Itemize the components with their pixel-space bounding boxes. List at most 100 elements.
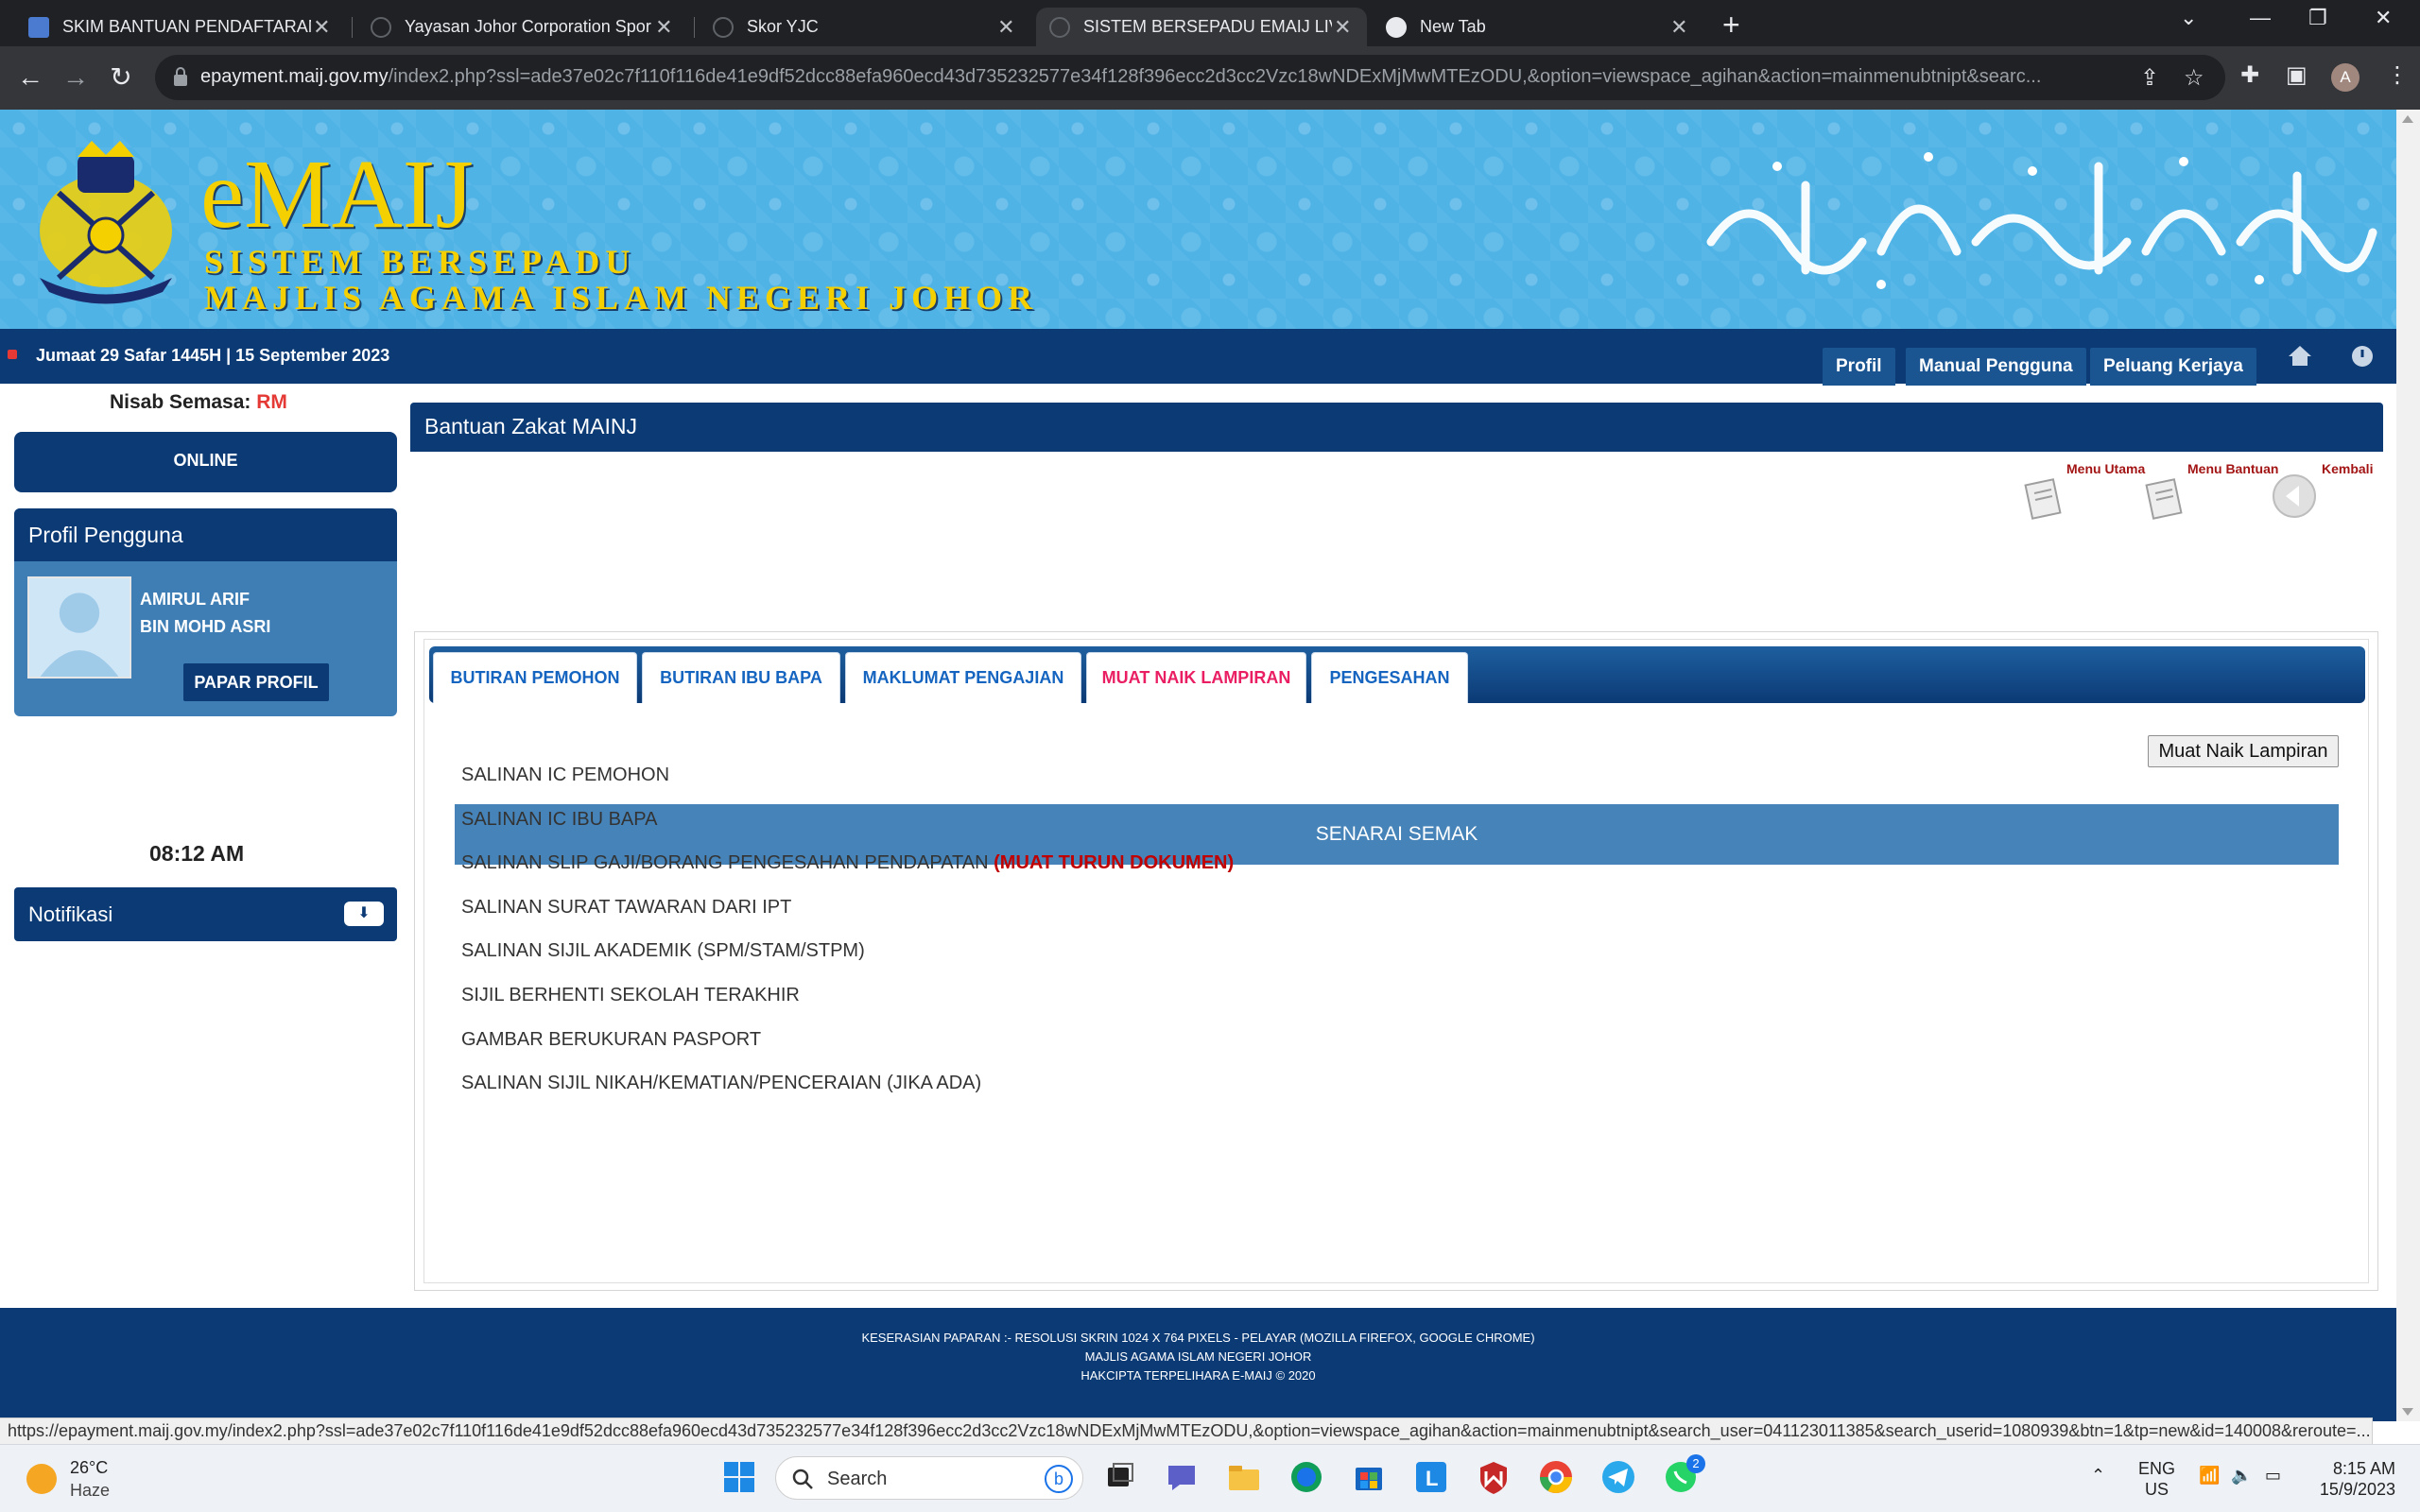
reload-icon[interactable]: ↻ bbox=[102, 59, 140, 96]
user-silhouette-icon bbox=[29, 578, 130, 677]
date-marker-icon bbox=[8, 350, 17, 359]
muat-turun-dokumen-link[interactable]: (MUAT TURUN DOKUMEN) bbox=[994, 852, 1234, 873]
restore-icon[interactable]: ❐ bbox=[2308, 6, 2327, 30]
browser-tab-3[interactable]: Skor YJC ✕ bbox=[700, 8, 1030, 46]
language-code: ENG bbox=[2138, 1459, 2176, 1478]
taskbar-date: 15/9/2023 bbox=[2319, 1480, 2395, 1499]
keyboard-layout: US bbox=[2145, 1480, 2169, 1499]
online-status: ONLINE bbox=[14, 432, 397, 492]
chrome-favicon-icon bbox=[1386, 16, 1407, 38]
checklist-item: SALINAN SLIP GAJI/BORANG PENGESAHAN PEND… bbox=[461, 852, 1234, 874]
scroll-up-icon[interactable] bbox=[2402, 115, 2413, 123]
footer-copyright: HAKCIPTA TERPELIHARA E-MAIJ © 2020 bbox=[1080, 1368, 1316, 1383]
tab-butiran-ibu-bapa[interactable]: BUTIRAN IBU BAPA bbox=[642, 652, 840, 703]
tab-divider bbox=[694, 17, 695, 38]
menu-bantuan-label: Menu Bantuan bbox=[2187, 461, 2279, 476]
input-language[interactable]: ENG US bbox=[2138, 1458, 2175, 1500]
loading-favicon-icon bbox=[713, 16, 734, 38]
manual-pengguna-button[interactable]: Manual Pengguna bbox=[1906, 348, 2086, 386]
profil-button[interactable]: Profil bbox=[1823, 348, 1895, 386]
battery-icon[interactable]: ▭ bbox=[2265, 1466, 2281, 1486]
side-panel-icon[interactable]: ▣ bbox=[2286, 61, 2308, 89]
browser-tab-strip: SKIM BANTUAN PENDAFTARAN ✕ Yayasan Johor… bbox=[0, 0, 2420, 46]
teams-chat-icon[interactable] bbox=[1163, 1458, 1201, 1496]
telegram-icon[interactable] bbox=[1599, 1458, 1637, 1496]
close-tab-icon[interactable]: ✕ bbox=[653, 15, 675, 40]
windows-start-icon[interactable] bbox=[720, 1458, 758, 1496]
browser-tab-1[interactable]: SKIM BANTUAN PENDAFTARAN ✕ bbox=[15, 8, 346, 46]
nisab-label: Nisab Semasa: bbox=[110, 391, 251, 413]
forward-icon[interactable]: → bbox=[57, 59, 95, 96]
close-window-icon[interactable]: ✕ bbox=[2375, 6, 2392, 30]
back-icon[interactable]: ← bbox=[11, 59, 49, 96]
file-explorer-icon[interactable] bbox=[1225, 1458, 1263, 1496]
checklist-item-text: SALINAN SLIP GAJI/BORANG PENGESAHAN PEND… bbox=[461, 852, 989, 873]
volume-icon[interactable]: 🔈 bbox=[2231, 1466, 2252, 1486]
banner-line-1: SISTEM BERSEPADU bbox=[204, 243, 636, 281]
close-tab-icon[interactable]: ✕ bbox=[1668, 15, 1690, 40]
close-tab-icon[interactable]: ✕ bbox=[311, 15, 333, 40]
taskbar-clock[interactable]: 8:15 AM 15/9/2023 bbox=[2312, 1458, 2395, 1500]
url-host: epayment.maij.gov.my bbox=[200, 66, 389, 87]
address-bar[interactable]: epayment.maij.gov.my/index2.php?ssl=ade3… bbox=[155, 55, 2225, 100]
minimize-icon[interactable]: — bbox=[2250, 6, 2271, 30]
current-date: Jumaat 29 Safar 1445H | 15 September 202… bbox=[36, 346, 390, 365]
microsoft-store-icon[interactable] bbox=[1350, 1458, 1388, 1496]
tab-muat-naik-lampiran[interactable]: MUAT NAIK LAMPIRAN bbox=[1086, 652, 1306, 703]
edge-browser-icon[interactable] bbox=[1288, 1458, 1325, 1496]
extensions-icon[interactable]: ✚ bbox=[2240, 61, 2259, 89]
l-app-icon[interactable]: L bbox=[1412, 1458, 1450, 1496]
logout-power-icon[interactable] bbox=[2346, 340, 2378, 372]
checklist-item: SALINAN SIJIL AKADEMIK (SPM/STAM/STPM) bbox=[461, 940, 865, 961]
weather-temperature: 26°C bbox=[70, 1458, 109, 1477]
task-view-icon[interactable] bbox=[1100, 1458, 1138, 1496]
tab-search-icon[interactable]: ⌄ bbox=[2180, 6, 2197, 30]
share-icon[interactable]: ⇪ bbox=[2140, 64, 2159, 92]
browser-tab-title: Yayasan Johor Corporation Spor bbox=[405, 17, 651, 36]
checklist-item: SALINAN IC IBU BAPA bbox=[461, 809, 658, 830]
browser-tab-4-active[interactable]: SISTEM BERSEPADU EMAIJ LIVE ✕ bbox=[1036, 8, 1367, 46]
new-tab-icon[interactable]: + bbox=[1722, 8, 1740, 42]
site-banner: eMAIJ SISTEM BERSEPADU MAJLIS AGAMA ISLA… bbox=[0, 110, 2396, 329]
tab-maklumat-pengajian[interactable]: MAKLUMAT PENGAJIAN bbox=[845, 652, 1081, 703]
bing-icon[interactable]: b bbox=[1045, 1465, 1073, 1493]
home-icon[interactable] bbox=[2284, 340, 2316, 372]
chrome-icon[interactable] bbox=[1537, 1458, 1575, 1496]
address-url: epayment.maij.gov.my/index2.php?ssl=ade3… bbox=[200, 66, 2138, 88]
tray-overflow-chevron-icon[interactable]: ⌃ bbox=[2091, 1466, 2105, 1486]
user-name-line-1: AMIRUL ARIF bbox=[140, 590, 250, 609]
peluang-kerjaya-button[interactable]: Peluang Kerjaya bbox=[2090, 348, 2256, 386]
tab-pengesahan[interactable]: PENGESAHAN bbox=[1311, 652, 1468, 703]
nisab-semasa: Nisab Semasa: RM bbox=[110, 391, 287, 414]
site-footer: KESERASIAN PAPARAN :- RESOLUSI SKRIN 102… bbox=[0, 1308, 2396, 1421]
taskbar-search[interactable]: Search b bbox=[775, 1456, 1083, 1500]
browser-tab-5[interactable]: New Tab ✕ bbox=[1373, 8, 1703, 46]
page-scrollbar[interactable] bbox=[2396, 110, 2420, 1421]
document-menu-icon bbox=[2024, 478, 2062, 520]
tab-butiran-pemohon[interactable]: BUTIRAN PEMOHON bbox=[433, 652, 637, 703]
back-arrow-icon bbox=[2273, 474, 2316, 518]
close-tab-icon[interactable]: ✕ bbox=[995, 15, 1017, 40]
weather-condition: Haze bbox=[70, 1481, 111, 1500]
notifikasi-panel[interactable]: Notifikasi ⬇ bbox=[14, 887, 397, 941]
url-path: /index2.php?ssl=ade37e02c7f110f116de41e9… bbox=[388, 66, 2042, 87]
browser-tab-2[interactable]: Yayasan Johor Corporation Spor ✕ bbox=[357, 8, 688, 46]
mcafee-icon[interactable] bbox=[1475, 1458, 1512, 1496]
browser-tab-title: Skor YJC bbox=[747, 17, 819, 36]
muat-naik-lampiran-button[interactable]: Muat Naik Lampiran bbox=[2148, 735, 2339, 767]
browser-tab-title: SKIM BANTUAN PENDAFTARAN bbox=[62, 17, 311, 36]
download-toggle-icon[interactable]: ⬇ bbox=[344, 902, 384, 926]
menu-kebab-icon[interactable]: ⋮ bbox=[2386, 61, 2409, 89]
link-status-bar: https://epayment.maij.gov.my/index2.php?… bbox=[0, 1418, 2373, 1444]
kembali-label: Kembali bbox=[2322, 461, 2374, 476]
checklist-item: SALINAN SIJIL NIKAH/KEMATIAN/PENCERAIAN … bbox=[461, 1073, 982, 1093]
user-name: AMIRUL ARIF BIN MOHD ASRI bbox=[140, 586, 270, 641]
scroll-down-icon[interactable] bbox=[2402, 1408, 2413, 1416]
close-tab-icon[interactable]: ✕ bbox=[1332, 15, 1354, 40]
profile-avatar[interactable]: A bbox=[2331, 63, 2360, 92]
bookmark-star-icon[interactable]: ☆ bbox=[2184, 64, 2204, 92]
wifi-icon[interactable]: 📶 bbox=[2199, 1466, 2220, 1486]
papar-profil-button[interactable]: PAPAR PROFIL bbox=[183, 663, 329, 701]
checklist-item: SIJIL BERHENTI SEKOLAH TERAKHIR bbox=[461, 985, 800, 1005]
menu-utama-label: Menu Utama bbox=[2066, 461, 2146, 476]
